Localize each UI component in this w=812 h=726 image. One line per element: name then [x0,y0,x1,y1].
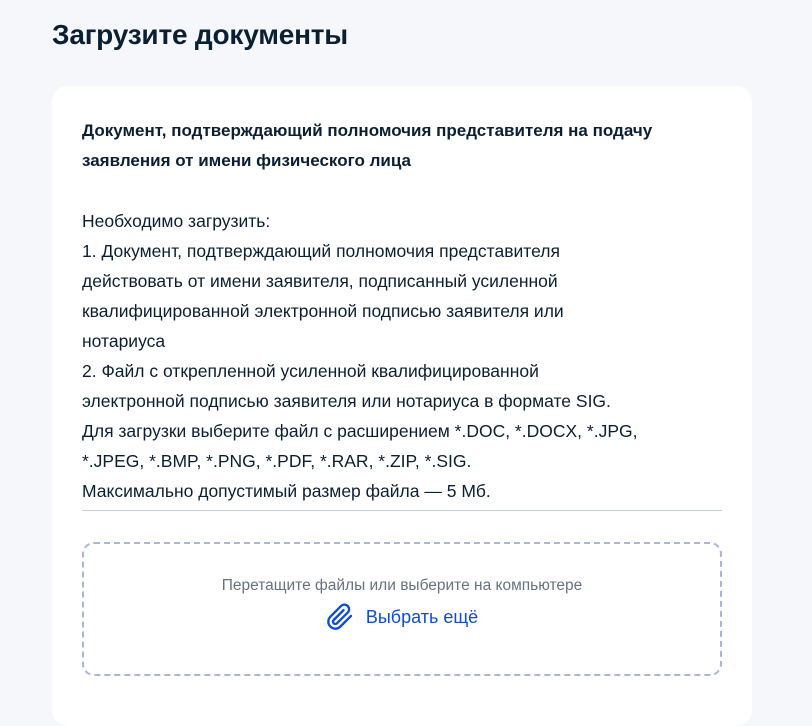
page-title: Загрузите документы [52,19,349,50]
document-title: Документ, подтверждающий полномочия пред… [82,121,653,170]
description-line: нотариуса [82,331,166,351]
description-line: Необходимо загрузить: [82,211,271,231]
paperclip-icon [326,603,354,631]
choose-more-files-button[interactable]: Выбрать ещё [326,603,478,631]
description-line: Для загрузки выберите файл с расширением… [82,421,638,441]
file-dropzone[interactable]: Перетащите файлы или выберите на компьют… [82,542,722,676]
description-line: 1. Документ, подтверждающий полномочия п… [82,241,560,261]
document-upload-card: Документ, подтверждающий полномочия пред… [52,86,752,726]
description-line: *.JPEG, *.BMP, *.PNG, *.PDF, *.RAR, *.ZI… [82,451,472,471]
dropzone-hint: Перетащите файлы или выберите на компьют… [221,577,583,594]
description-line: действовать от имени заявителя, подписан… [82,271,558,291]
choose-more-label: Выбрать ещё [365,607,479,627]
description-line: квалифицированной электронной подписью з… [82,301,564,321]
description-line: электронной подписью заявителя или нотар… [82,391,611,411]
description-line: Максимально допустимый размер файла — 5 … [82,481,491,501]
description-line: 2. Файл с открепленной усиленной квалифи… [82,361,539,381]
document-description: Необходимо загрузить: 1. Документ, подтв… [82,206,722,506]
divider [82,510,722,511]
